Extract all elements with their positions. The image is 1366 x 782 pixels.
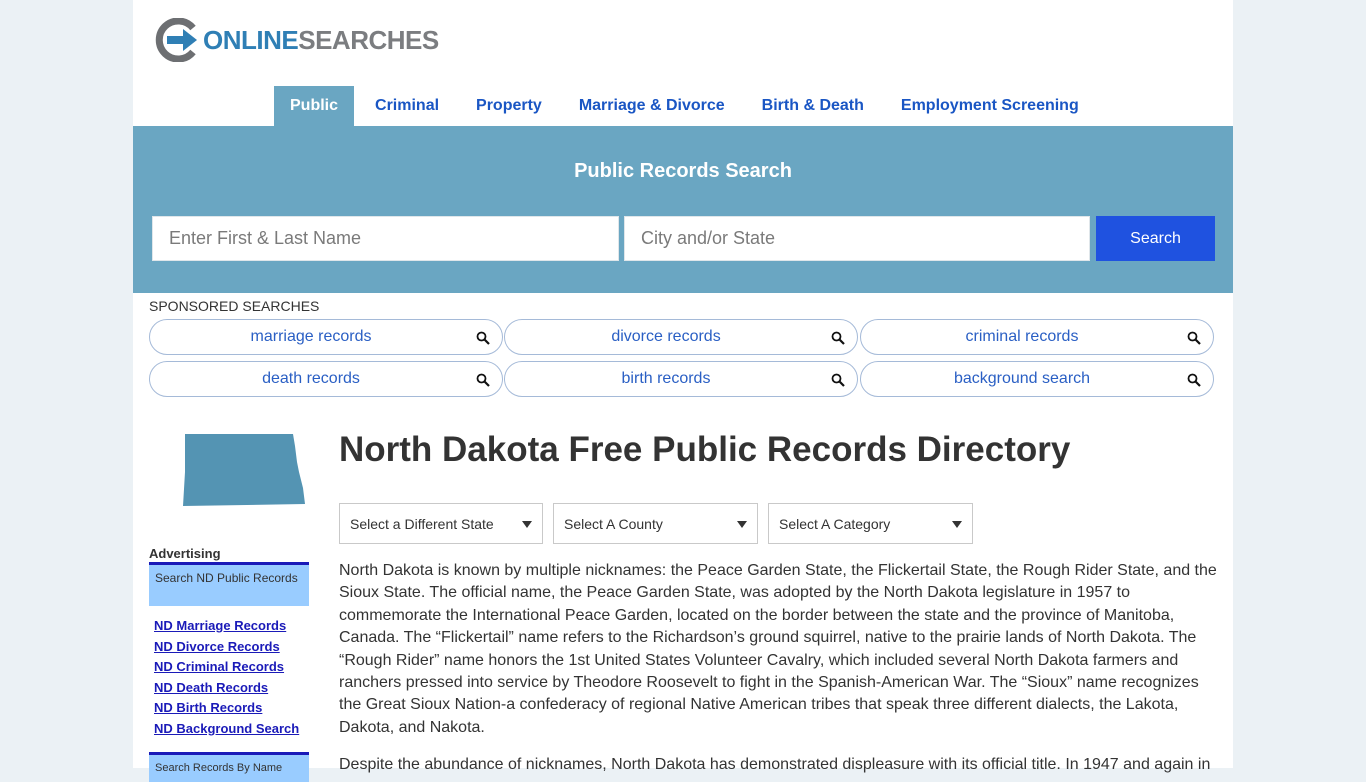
sponsored-search-label: marriage records xyxy=(250,328,372,345)
second-paragraph: Despite the abundance of nicknames, Nort… xyxy=(339,756,1211,773)
logo-text: ONLINESEARCHES xyxy=(203,24,439,55)
dropdown-caret-icon xyxy=(522,521,532,528)
sidebar-link-divorce[interactable]: ND Divorce Records xyxy=(154,637,299,658)
sidebar-link-birth[interactable]: ND Birth Records xyxy=(154,698,299,719)
sidebar-link-marriage[interactable]: ND Marriage Records xyxy=(154,616,299,637)
dropdown-caret-icon xyxy=(952,521,962,528)
sidebar-links: ND Marriage Records ND Divorce Records N… xyxy=(154,616,299,740)
sidebar-box-title: Search Records By Name xyxy=(149,752,309,782)
main-nav: Public Criminal Property Marriage & Divo… xyxy=(274,86,1100,126)
search-icon xyxy=(1187,331,1201,345)
search-icon xyxy=(1187,373,1201,387)
sponsored-search-death[interactable]: death records xyxy=(149,361,503,397)
county-select[interactable]: Select A County xyxy=(553,503,758,544)
location-search-input[interactable] xyxy=(624,216,1090,261)
sponsored-search-marriage[interactable]: marriage records xyxy=(149,319,503,355)
sponsored-search-criminal[interactable]: criminal records xyxy=(860,319,1214,355)
sponsored-search-divorce[interactable]: divorce records xyxy=(504,319,858,355)
sponsored-search-label: criminal records xyxy=(965,328,1079,345)
search-icon xyxy=(476,331,490,345)
search-button[interactable]: Search xyxy=(1096,216,1215,261)
logo-arrow-icon xyxy=(155,18,197,62)
search-icon xyxy=(831,331,845,345)
state-select-value: Select a Different State xyxy=(350,516,494,532)
search-icon xyxy=(831,373,845,387)
nav-birth-death[interactable]: Birth & Death xyxy=(746,86,880,126)
sponsored-search-label: background search xyxy=(953,370,1091,387)
name-search-input[interactable] xyxy=(152,216,619,261)
category-select-value: Select A Category xyxy=(779,516,891,532)
nav-criminal[interactable]: Criminal xyxy=(359,86,455,126)
sponsored-search-background[interactable]: background search xyxy=(860,361,1214,397)
north-dakota-map-icon xyxy=(183,434,305,506)
sidebar-link-death[interactable]: ND Death Records xyxy=(154,678,299,699)
sponsored-searches-label: SPONSORED SEARCHES xyxy=(149,298,320,314)
nav-marriage-divorce[interactable]: Marriage & Divorce xyxy=(563,86,741,126)
search-panel: Public Records Search Search xyxy=(133,126,1233,293)
nav-employment-screening[interactable]: Employment Screening xyxy=(885,86,1095,126)
page-container: ONLINESEARCHES Public Criminal Property … xyxy=(133,0,1233,782)
sidebar-box-title: Search ND Public Records xyxy=(149,562,309,606)
nav-property[interactable]: Property xyxy=(460,86,558,126)
sponsored-search-birth[interactable]: birth records xyxy=(504,361,858,397)
intro-paragraph: North Dakota is known by multiple nickna… xyxy=(339,562,1217,736)
county-select-value: Select A County xyxy=(564,516,663,532)
advertising-label: Advertising xyxy=(149,546,221,561)
category-select[interactable]: Select A Category xyxy=(768,503,973,544)
sidebar-link-background[interactable]: ND Background Search xyxy=(154,719,299,740)
sponsored-search-label: divorce records xyxy=(611,328,721,345)
state-select[interactable]: Select a Different State xyxy=(339,503,543,544)
sponsored-search-label: birth records xyxy=(621,370,711,387)
dropdown-caret-icon xyxy=(737,521,747,528)
site-logo[interactable]: ONLINESEARCHES xyxy=(153,18,439,62)
page-title: North Dakota Free Public Records Directo… xyxy=(339,430,1071,469)
search-title: Public Records Search xyxy=(574,160,792,182)
sidebar-link-criminal[interactable]: ND Criminal Records xyxy=(154,657,299,678)
search-icon xyxy=(476,373,490,387)
sponsored-search-label: death records xyxy=(262,370,360,387)
nav-public[interactable]: Public xyxy=(274,86,355,126)
